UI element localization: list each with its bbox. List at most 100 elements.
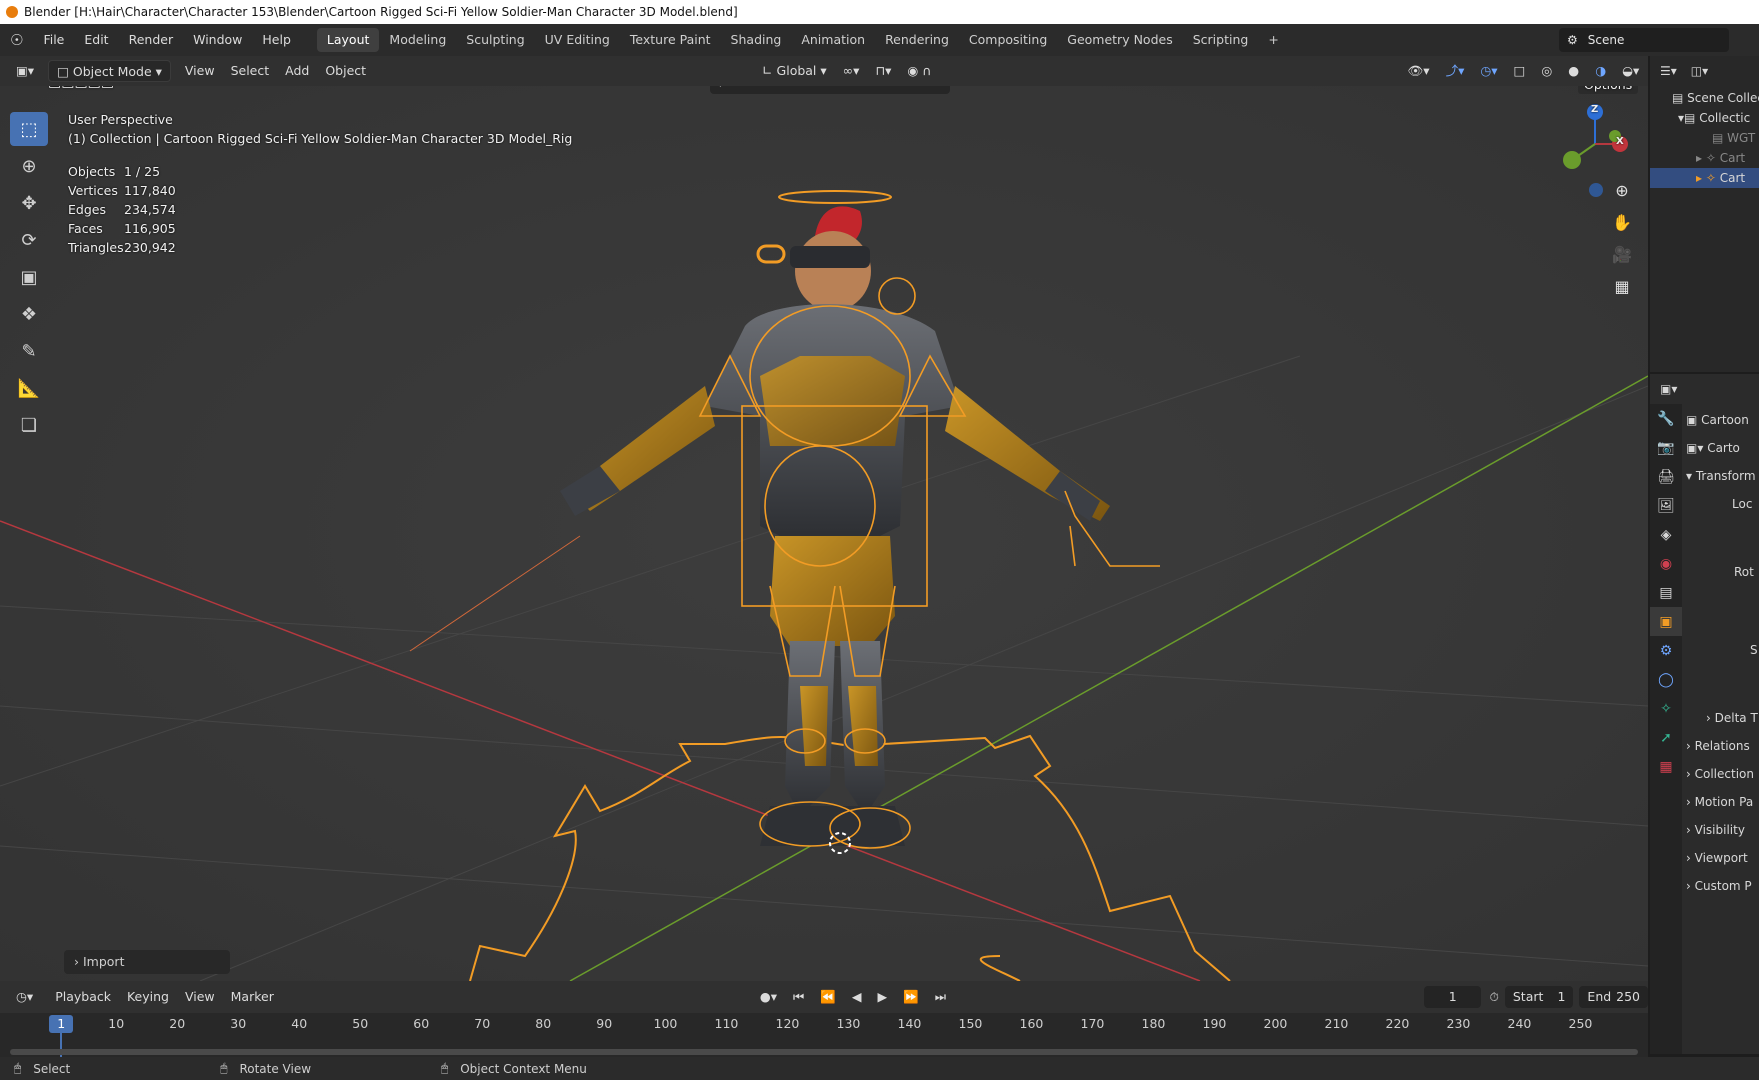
import-operator-panel[interactable]: › Import	[64, 950, 230, 974]
tab-rendering[interactable]: Rendering	[875, 28, 959, 52]
texture-tab-icon[interactable]: ▦	[1650, 752, 1682, 781]
camera-view-icon[interactable]: 🎥	[1608, 240, 1636, 268]
add-cube-tool-icon[interactable]: ❏	[10, 408, 48, 442]
menu-add[interactable]: Add	[277, 60, 317, 82]
overlay-toggle-icon[interactable]: ◷▾	[1472, 60, 1505, 82]
gizmo-x-label[interactable]: X	[1616, 136, 1624, 147]
motion-paths-section[interactable]: › Motion Pa	[1686, 788, 1759, 816]
object-data-field[interactable]: ▣▾ Carto	[1686, 434, 1759, 462]
tab-scripting[interactable]: Scripting	[1183, 28, 1259, 52]
tab-modeling[interactable]: Modeling	[379, 28, 456, 52]
pan-hand-icon[interactable]: ✋	[1608, 208, 1636, 236]
menu-select[interactable]: Select	[223, 60, 278, 82]
zoom-icon[interactable]: ⊕	[1608, 176, 1636, 204]
cursor-tool-icon[interactable]: ⊕	[10, 149, 48, 183]
view-layer-tab-icon[interactable]: 🖼	[1650, 491, 1682, 520]
display-mode-icon[interactable]: ◫▾	[1691, 64, 1708, 78]
pivot-icon[interactable]: ∞▾	[835, 60, 868, 82]
menu-help[interactable]: Help	[252, 24, 301, 56]
timeline-view-menu[interactable]: View	[177, 986, 223, 1008]
collections-section[interactable]: › Collection	[1686, 760, 1759, 788]
prev-keyframe-icon[interactable]: ⏪	[812, 986, 844, 1008]
custom-properties-section[interactable]: › Custom P	[1686, 872, 1759, 900]
shading-solid-icon[interactable]: ●	[1560, 60, 1587, 82]
tab-shading[interactable]: Shading	[721, 28, 792, 52]
tab-sculpting[interactable]: Sculpting	[456, 28, 534, 52]
move-tool-icon[interactable]: ✥	[10, 186, 48, 220]
bone-tab-icon[interactable]: ➚	[1650, 723, 1682, 752]
ortho-grid-icon[interactable]: ▦	[1608, 272, 1636, 300]
next-keyframe-icon[interactable]: ⏩	[895, 986, 927, 1008]
scene-selector[interactable]: ⚙ Scene	[1559, 28, 1729, 52]
snap-icon[interactable]: ⊓▾	[867, 60, 899, 82]
menu-object[interactable]: Object	[317, 60, 374, 82]
play-reverse-icon[interactable]: ◀	[844, 986, 870, 1008]
object-mode-dropdown[interactable]: □ Object Mode ▾	[48, 60, 171, 82]
object-name-field[interactable]: ▣ Cartoon	[1686, 406, 1759, 434]
menu-window[interactable]: Window	[183, 24, 252, 56]
add-workspace-button[interactable]: +	[1258, 28, 1288, 52]
jump-end-icon[interactable]: ⏭	[927, 986, 954, 1008]
render-tab-icon[interactable]: 📷	[1650, 433, 1682, 462]
xray-icon[interactable]: □	[1506, 60, 1534, 82]
delta-transform-section[interactable]: › Delta T	[1686, 704, 1759, 732]
tab-compositing[interactable]: Compositing	[959, 28, 1057, 52]
outliner-search-field[interactable]: ⚲	[710, 86, 950, 94]
timeline-editor-icon[interactable]: ◷▾	[8, 986, 41, 1008]
proportional-edit-icon[interactable]: ◉ ∩	[899, 60, 939, 82]
tab-texture-paint[interactable]: Texture Paint	[620, 28, 721, 52]
record-button-icon[interactable]: ●▾	[752, 986, 785, 1008]
playback-menu[interactable]: Playback ▾	[47, 986, 119, 1026]
shading-material-icon[interactable]: ◑	[1587, 60, 1614, 82]
select-box-tool-icon[interactable]: ⬚	[10, 112, 48, 146]
tab-uv-editing[interactable]: UV Editing	[535, 28, 620, 52]
transform-orientation-dropdown[interactable]: ∟ Global ▾	[754, 60, 835, 82]
selection-mode-icons[interactable]: ▣▣▣▣▣	[48, 86, 114, 90]
timeline-scrollbar[interactable]	[10, 1049, 1638, 1055]
start-frame-field[interactable]: Start 1	[1504, 986, 1574, 1008]
world-tab-icon[interactable]: ◉	[1650, 549, 1682, 578]
tab-animation[interactable]: Animation	[791, 28, 875, 52]
menu-file[interactable]: File	[33, 24, 74, 56]
outliner-item-cart-1[interactable]: ▸ ✧ Cart	[1672, 148, 1759, 168]
play-icon[interactable]: ▶	[870, 986, 896, 1008]
timeline-area[interactable]: 1 10 20 30 40 50 60 70 80 90 100 110 120 130 140 150 160…	[0, 1013, 1648, 1057]
outliner-editor-icon[interactable]: ☰▾	[1660, 64, 1677, 78]
jump-start-icon[interactable]: ⏮	[785, 986, 812, 1008]
marker-menu[interactable]: Marker	[223, 986, 282, 1008]
outliner-collection[interactable]: ▾▤ Collectic	[1672, 108, 1759, 128]
end-frame-field[interactable]: End 250	[1579, 986, 1648, 1008]
menu-render[interactable]: Render	[119, 24, 184, 56]
tool-tab-icon[interactable]: 🔧	[1650, 404, 1682, 433]
tab-layout[interactable]: Layout	[316, 28, 380, 52]
outliner-item-wgt[interactable]: ▤ WGT	[1672, 128, 1759, 148]
scale-tool-icon[interactable]: ▣	[10, 260, 48, 294]
blender-menu-icon[interactable]: ☉	[0, 24, 33, 56]
3d-viewport[interactable]: Z X User Perspective (1) Collection | Ca…	[0, 86, 1648, 981]
shading-rendered-icon[interactable]: ◒▾	[1614, 60, 1647, 82]
object-data-tab-icon[interactable]: ✧	[1650, 694, 1682, 723]
properties-editor-icon[interactable]: ▣▾	[1660, 382, 1677, 396]
options-dropdown[interactable]: Options	[1578, 86, 1639, 94]
editor-type-icon[interactable]: ▣▾	[8, 60, 42, 82]
shading-wireframe-icon[interactable]: ◎	[1533, 60, 1560, 82]
transform-section[interactable]: ▾ Transform	[1686, 462, 1759, 490]
keying-menu[interactable]: Keying ▾	[119, 986, 177, 1026]
visibility-icon[interactable]: 👁▾	[1399, 60, 1437, 82]
rotate-tool-icon[interactable]: ⟳	[10, 223, 48, 257]
tab-geometry-nodes[interactable]: Geometry Nodes	[1057, 28, 1182, 52]
transform-tool-icon[interactable]: ❖	[10, 297, 48, 331]
menu-edit[interactable]: Edit	[74, 24, 118, 56]
current-frame-field[interactable]: 1	[1423, 986, 1482, 1008]
gizmo-toggle-icon[interactable]: ⤴▾	[1438, 60, 1473, 82]
clock-icon[interactable]: ⏱	[1489, 990, 1498, 1005]
outliner-item-cart-2[interactable]: ▸ ✧ Cart	[1650, 168, 1759, 188]
physics-tab-icon[interactable]: ◯	[1650, 665, 1682, 694]
output-tab-icon[interactable]: 🖨	[1650, 462, 1682, 491]
modifiers-tab-icon[interactable]: ⚙	[1650, 636, 1682, 665]
outliner-scene-collection[interactable]: ▤ Scene Collec	[1672, 88, 1759, 108]
annotate-tool-icon[interactable]: ✎	[10, 334, 48, 368]
menu-view[interactable]: View	[177, 60, 223, 82]
visibility-section[interactable]: › Visibility	[1686, 816, 1759, 844]
relations-section[interactable]: › Relations	[1686, 732, 1759, 760]
